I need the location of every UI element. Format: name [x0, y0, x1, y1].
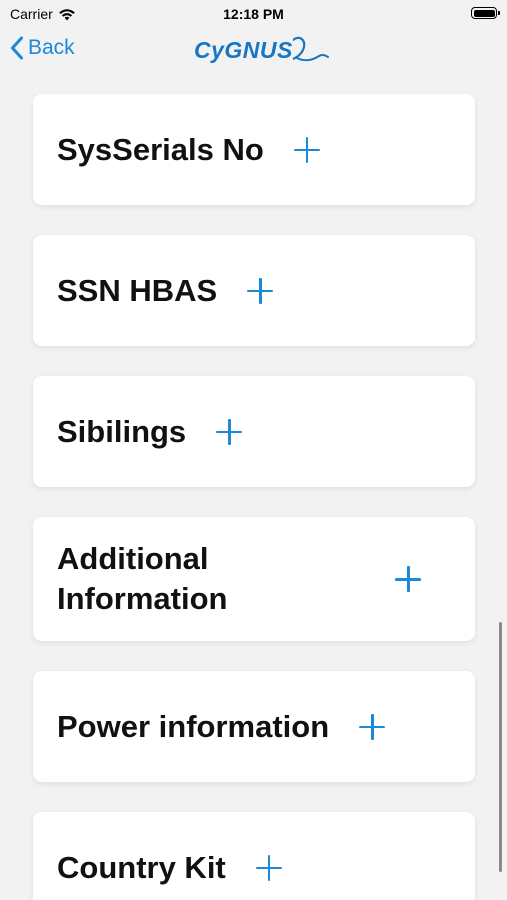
status-time: 12:18 PM [223, 6, 284, 22]
plus-icon[interactable] [359, 713, 386, 740]
section-label: SSN HBAS [57, 272, 218, 308]
back-label: Back [28, 36, 75, 59]
navigation-bar: Back CyGNUS [0, 28, 507, 76]
plus-icon[interactable] [395, 566, 421, 592]
swan-icon [292, 36, 329, 62]
battery-fill [473, 9, 495, 17]
section-sysserials-no[interactable]: SysSerials No [33, 94, 475, 205]
section-ssn-hbas[interactable]: SSN HBAS [33, 235, 475, 346]
section-label: Additional Information [57, 541, 228, 616]
section-country-kit[interactable]: Country Kit [33, 812, 475, 900]
battery-icon [471, 7, 500, 19]
vertical-scrollbar[interactable] [499, 622, 502, 872]
plus-icon[interactable] [293, 136, 320, 163]
cygnus-logo: CyGNUS [194, 32, 329, 68]
back-button[interactable]: Back [10, 36, 75, 60]
section-label: Country Kit [57, 849, 226, 885]
section-power-information[interactable]: Power information [33, 671, 475, 782]
plus-icon[interactable] [216, 418, 243, 445]
section-label: Sibilings [57, 413, 187, 449]
section-label: SysSerials No [57, 131, 264, 167]
section-additional-information[interactable]: Additional Information [33, 517, 475, 641]
section-label: Power information [57, 708, 330, 744]
section-sibilings[interactable]: Sibilings [33, 376, 475, 487]
scroll-content[interactable]: SysSerials No SSN HBAS Sibilings Additio… [0, 80, 507, 900]
plus-icon[interactable] [247, 277, 274, 304]
chevron-left-icon [11, 36, 23, 60]
plus-icon[interactable] [255, 854, 282, 881]
logo-text: CyGNUS [194, 37, 293, 63]
status-bar: Carrier 12:18 PM [0, 0, 507, 28]
